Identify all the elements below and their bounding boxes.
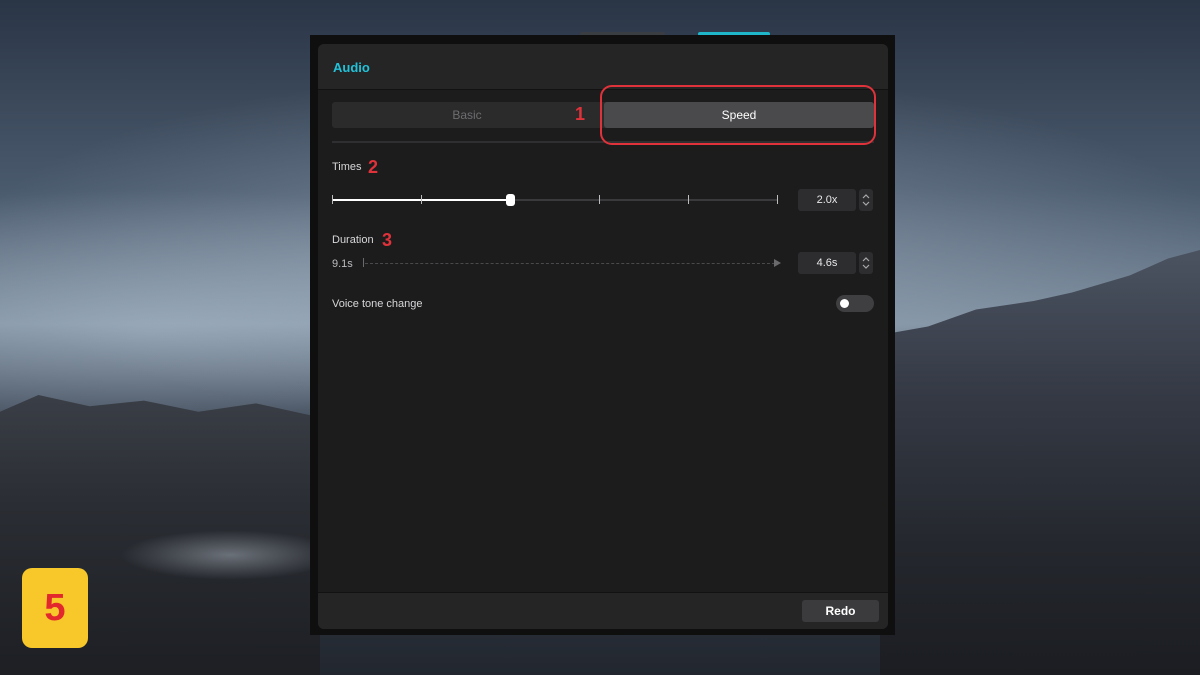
background-mist [120, 530, 340, 580]
updown-icon [862, 194, 870, 206]
panel-title: Audio [333, 60, 370, 75]
annotation-highlight-box [600, 85, 876, 145]
duration-track-start [363, 258, 364, 267]
duration-label: Duration [332, 234, 374, 246]
arrow-right-icon [774, 259, 781, 267]
annotation-number-3: 3 [382, 230, 393, 250]
duration-value-field[interactable]: 4.6s [798, 252, 856, 274]
duration-stepper[interactable] [859, 252, 873, 274]
times-tick [421, 195, 422, 204]
step-number: 5 [44, 586, 66, 629]
panel-footer: Redo [318, 592, 888, 629]
times-value-field[interactable]: 2.0x [798, 189, 856, 211]
redo-button[interactable]: Redo [802, 600, 879, 622]
annotation-number-1: 1 [575, 104, 586, 124]
times-label: Times [332, 161, 362, 173]
times-slider-knob[interactable] [506, 194, 516, 206]
times-tick [777, 195, 778, 204]
voice-tone-label: Voice tone change [332, 298, 423, 310]
times-tick [599, 195, 600, 204]
updown-icon [862, 257, 870, 269]
tab-basic[interactable]: Basic [332, 102, 602, 128]
times-stepper[interactable] [859, 189, 873, 211]
voice-tone-toggle[interactable] [836, 295, 874, 312]
step-badge: 5 [22, 568, 88, 648]
duration-track [365, 263, 775, 264]
duration-original-value: 9.1s [332, 258, 353, 270]
background-rocks-right [880, 250, 1200, 675]
annotation-number-2: 2 [368, 157, 379, 177]
toggle-knob [840, 299, 849, 308]
panel-header: Audio [318, 44, 888, 90]
times-tick [332, 195, 333, 204]
times-tick [688, 195, 689, 204]
